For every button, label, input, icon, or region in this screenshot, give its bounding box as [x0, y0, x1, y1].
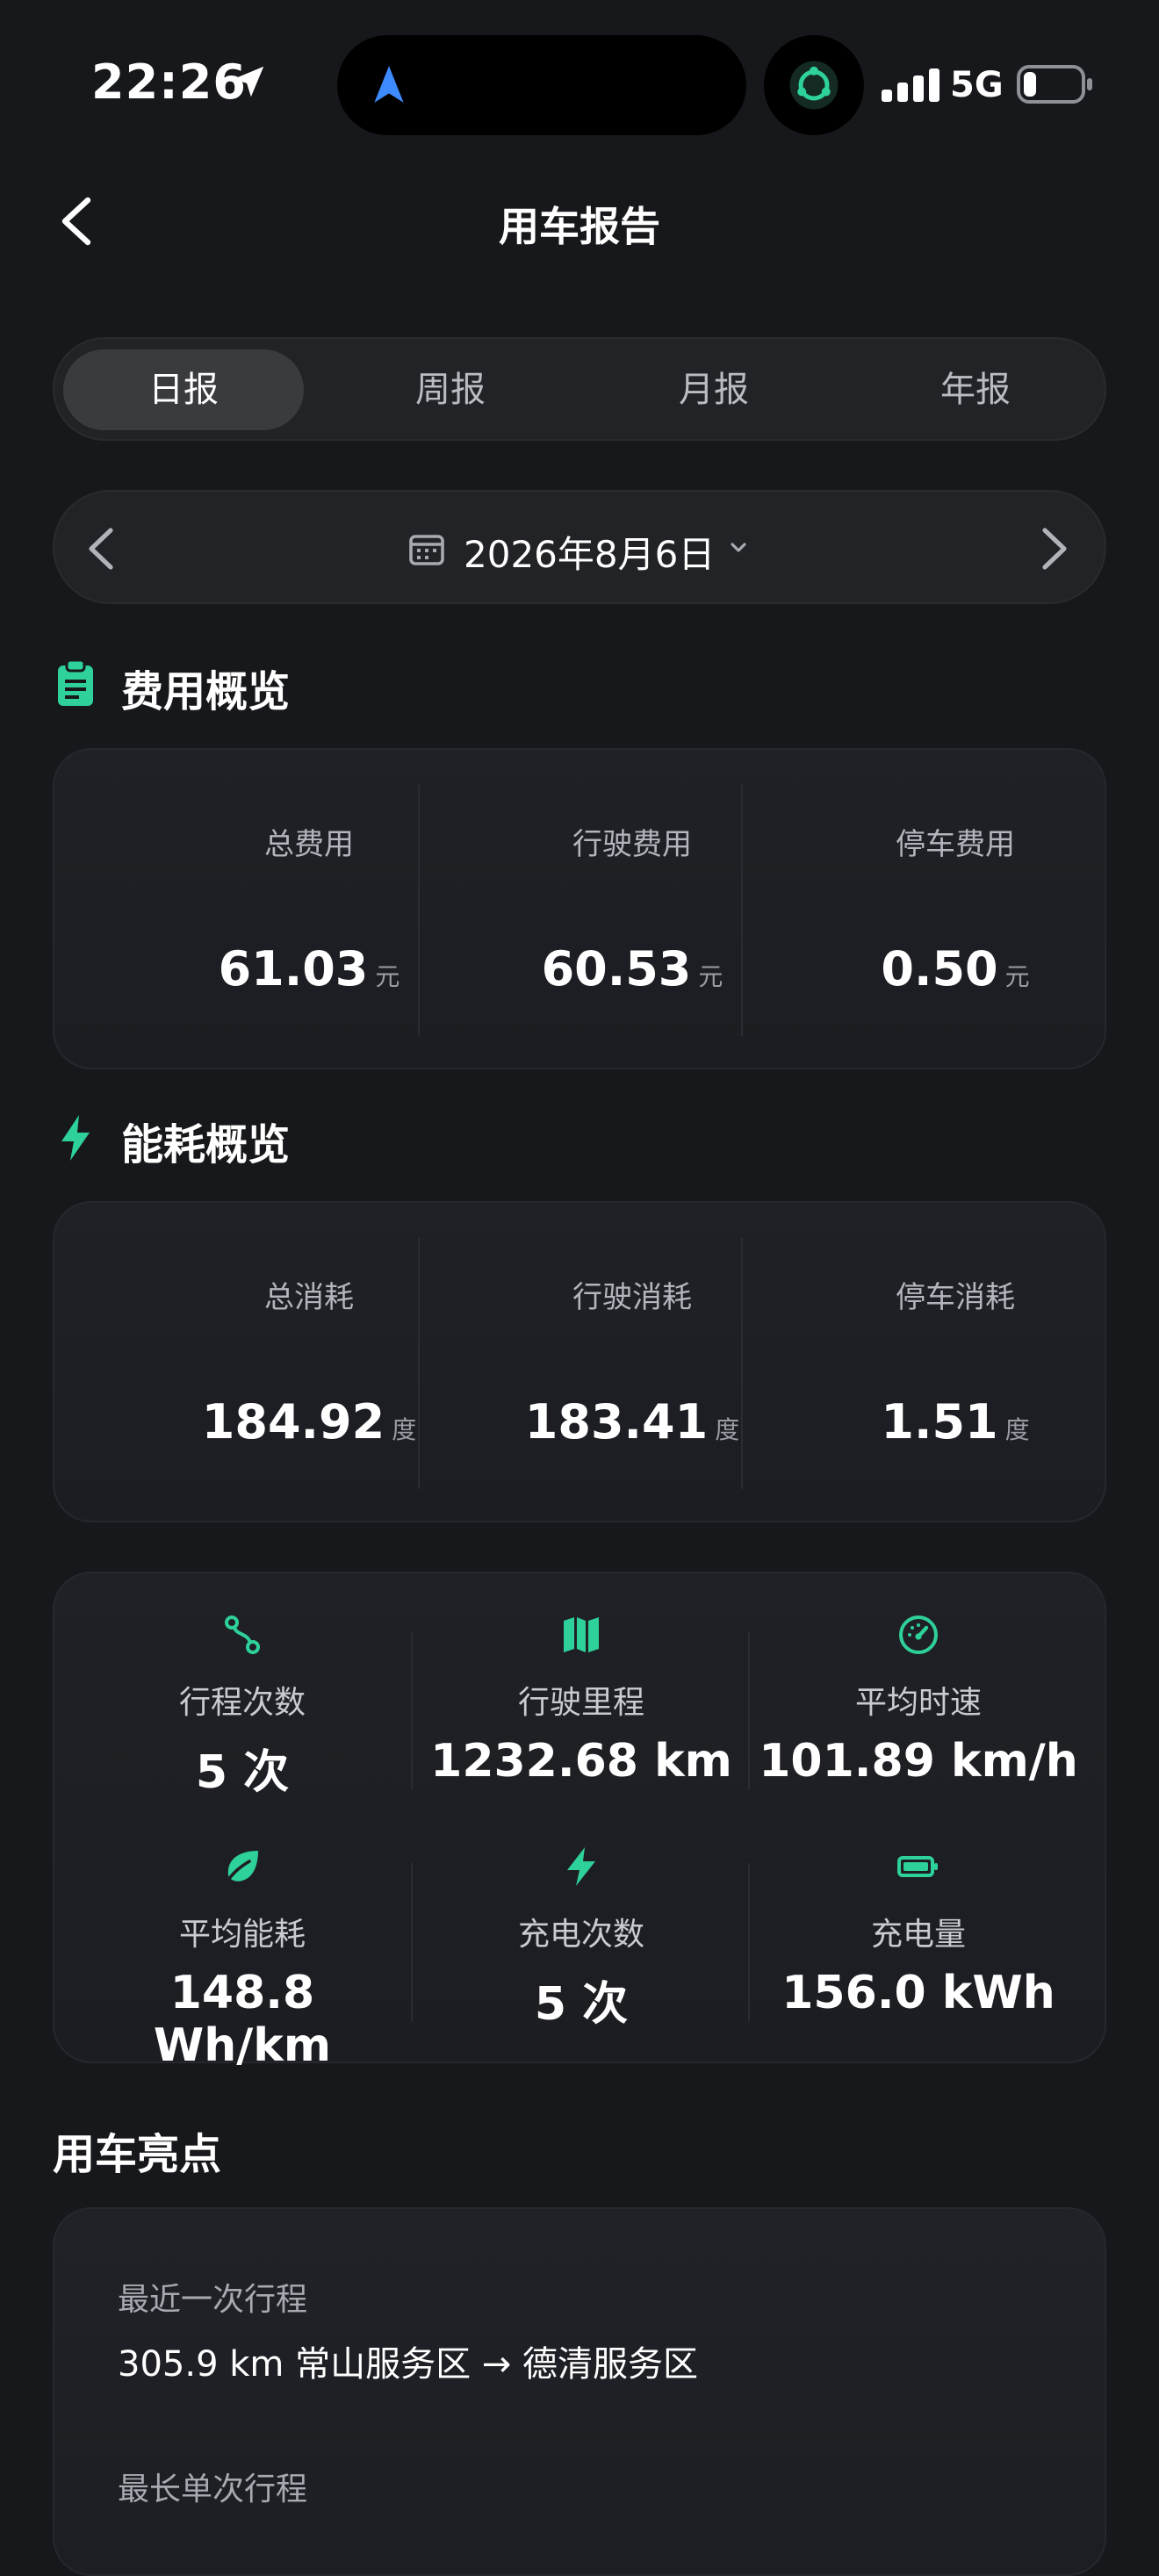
average-consumption-label: 平均能耗 — [178, 1917, 306, 1953]
energy-overview-title: 能耗概览 — [121, 1120, 291, 1169]
longest-trip-label: 最长单次行程 — [118, 2472, 308, 2508]
signal-icon — [882, 68, 939, 102]
total-consumption-value: 184.92 度 — [201, 1394, 417, 1450]
divider — [741, 1238, 743, 1489]
map-icon — [564, 1617, 599, 1652]
average-speed-label: 平均时速 — [854, 1685, 982, 1721]
cost-overview-title: 费用概览 — [121, 667, 291, 716]
network-label: 5G — [950, 65, 1004, 105]
leaf-icon — [225, 1851, 258, 1884]
average-consumption-value: 148.8 Wh/km — [153, 1967, 332, 2072]
charged-energy-value: 156.0 kWh — [781, 1967, 1055, 2019]
trip-count-label: 行程次数 — [178, 1685, 306, 1721]
selected-date[interactable]: 2026年8月6日 — [464, 525, 715, 579]
latest-trip-value[interactable]: 305.9 km 常山服务区 → 德清服务区 — [118, 2335, 698, 2386]
charge-count-value: 5 次 — [534, 1978, 629, 2031]
report-period-tabs: 日报 周报 月报 年报 — [53, 337, 1106, 441]
divider — [741, 785, 743, 1036]
bolt-icon — [567, 1847, 595, 1886]
total-cost-value: 61.03 元 — [218, 941, 400, 997]
divider — [418, 1238, 420, 1489]
driving-cost-label: 行驶费用 — [572, 827, 692, 862]
battery-icon — [1017, 65, 1092, 104]
next-date-button[interactable] — [1036, 527, 1071, 571]
mileage-label: 行驶里程 — [517, 1685, 644, 1721]
navigation-arrow-icon — [374, 66, 404, 103]
latest-trip-label: 最近一次行程 — [118, 2282, 308, 2318]
energy-overview-card: 总消耗 184.92 度 行驶消耗 183.41 度 停车消耗 1.51 度 — [53, 1201, 1106, 1522]
parking-cost-label: 停车费用 — [896, 827, 1015, 862]
tab-monthly[interactable]: 月报 — [594, 349, 834, 430]
battery-icon — [897, 1856, 938, 1877]
location-arrow-icon — [233, 66, 264, 97]
previous-date-button[interactable] — [84, 527, 119, 571]
trip-count-value: 5 次 — [195, 1746, 290, 1799]
tab-weekly[interactable]: 周报 — [330, 349, 571, 430]
speedometer-icon — [899, 1615, 938, 1654]
charged-energy-label: 充电量 — [870, 1917, 966, 1953]
average-speed-value: 101.89 km/h — [759, 1735, 1078, 1788]
parking-cost-value: 0.50 元 — [881, 941, 1030, 997]
mileage-value: 1232.68 km — [430, 1735, 732, 1788]
divider — [418, 785, 420, 1036]
total-cost-label: 总费用 — [264, 827, 354, 862]
parking-consumption-label: 停车消耗 — [896, 1280, 1015, 1315]
chevron-down-icon[interactable] — [729, 539, 748, 557]
clipboard-icon — [58, 658, 93, 706]
driving-consumption-label: 行驶消耗 — [572, 1280, 692, 1315]
highlights-card: 最近一次行程 305.9 km 常山服务区 → 德清服务区 最长单次行程 — [53, 2207, 1106, 2576]
calendar-icon — [409, 535, 444, 565]
bolt-icon — [61, 1115, 90, 1161]
driving-cost-value: 60.53 元 — [541, 941, 723, 997]
status-time: 22:26 — [91, 54, 247, 110]
parking-consumption-value: 1.51 度 — [881, 1394, 1030, 1450]
tab-daily[interactable]: 日报 — [63, 349, 304, 430]
app-activity-icon — [789, 61, 839, 110]
cost-overview-card: 总费用 61.03 元 行驶费用 60.53 元 停车费用 0.50 元 — [53, 748, 1106, 1069]
page-title: 用车报告 — [499, 203, 660, 250]
tab-yearly[interactable]: 年报 — [855, 349, 1096, 430]
route-icon — [225, 1615, 260, 1654]
driving-consumption-value: 183.41 度 — [524, 1394, 740, 1450]
trip-metrics-card: 行程次数 5 次 行驶里程 1232.68 km 平均时速 101.89 km/… — [53, 1572, 1106, 2072]
charge-count-label: 充电次数 — [517, 1917, 644, 1953]
highlights-title: 用车亮点 — [53, 2130, 222, 2179]
total-consumption-label: 总消耗 — [264, 1280, 354, 1315]
